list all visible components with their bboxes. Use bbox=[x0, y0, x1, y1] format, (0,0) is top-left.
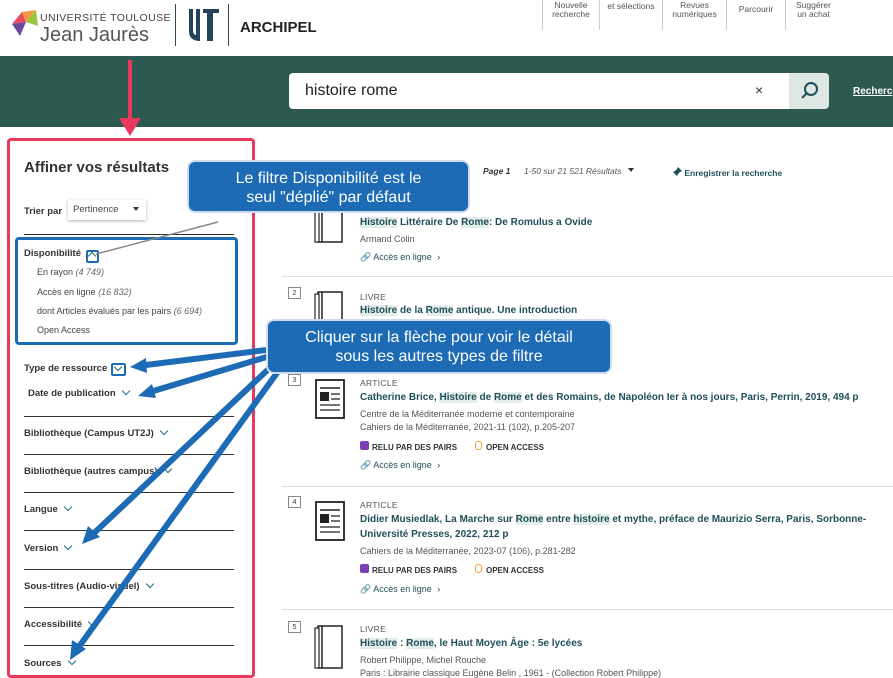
callout-arrows-line1: Cliquer sur la flèche pour voir le détai… bbox=[305, 329, 573, 346]
callout-arrows: Cliquer sur la flèche pour voir le détai… bbox=[266, 319, 612, 374]
callout-availability-line1: Le filtre Disponibilité est le bbox=[235, 170, 422, 187]
callout-arrows-line2: sous les autres types de filtre bbox=[335, 348, 543, 365]
callout-availability-line2: seul "déplié" par défaut bbox=[246, 189, 411, 206]
callout-availability: Le filtre Disponibilité est le seul "dép… bbox=[187, 160, 470, 213]
